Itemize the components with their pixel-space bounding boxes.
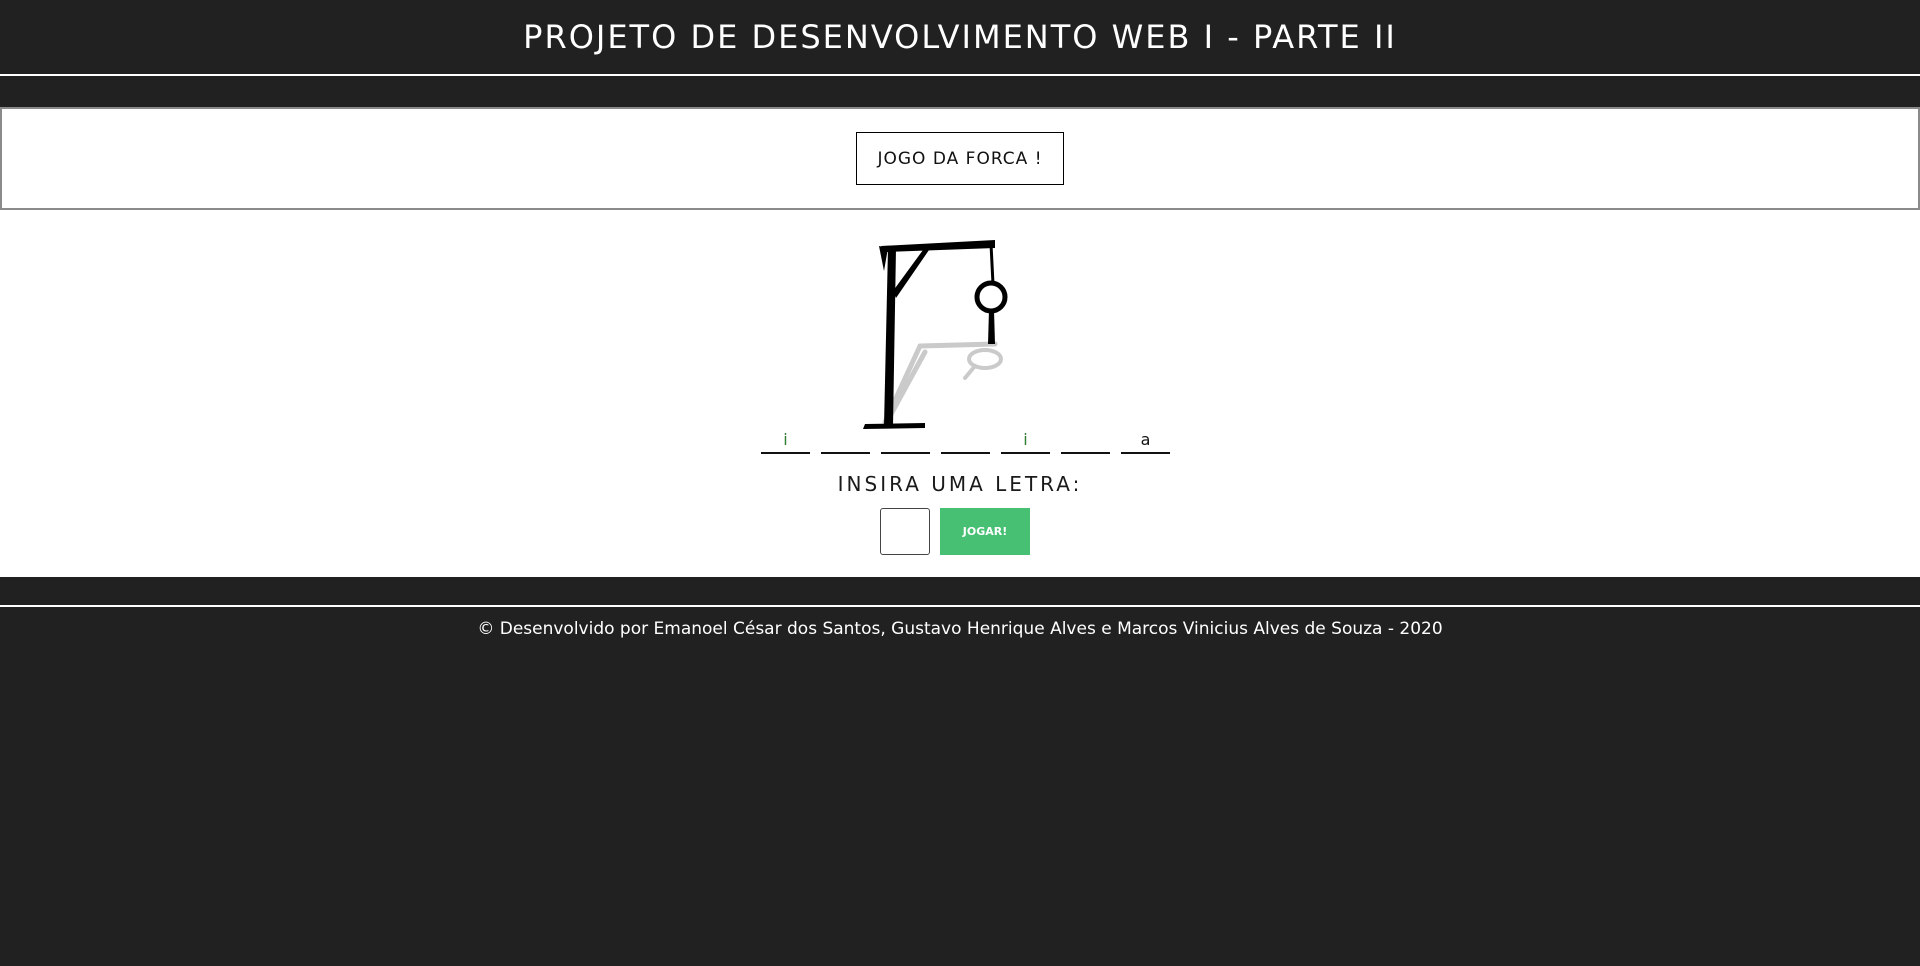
footer-credits: © Desenvolvido por Emanoel César dos San… xyxy=(477,619,1443,639)
letter-slot xyxy=(941,428,990,454)
game-title-button[interactable]: JOGO DA FORCA ! xyxy=(856,132,1064,185)
word-slots: i i a xyxy=(761,428,1170,454)
play-button[interactable]: JOGAR! xyxy=(940,508,1030,555)
game-title-panel: JOGO DA FORCA ! xyxy=(0,107,1920,210)
letter-slot xyxy=(821,428,870,454)
letter-prompt: INSIRA UMA LETRA: xyxy=(837,472,1083,496)
letter-slot: a xyxy=(1121,428,1170,454)
letter-slot xyxy=(881,428,930,454)
footer-divider xyxy=(0,577,1920,607)
letter-slot: i xyxy=(1001,428,1050,454)
letter-input[interactable] xyxy=(880,508,930,555)
gallows-image xyxy=(863,240,1008,429)
page-footer: © Desenvolvido por Emanoel César dos San… xyxy=(0,607,1920,964)
letter-slot: i xyxy=(761,428,810,454)
game-area: i i a INSIRA UMA LETRA: JOGAR! xyxy=(0,210,1920,577)
letter-controls: JOGAR! xyxy=(880,508,1030,555)
letter-slot xyxy=(1061,428,1110,454)
header-spacer xyxy=(0,76,1920,107)
page-header: PROJETO DE DESENVOLVIMENTO WEB I - PARTE… xyxy=(0,0,1920,76)
page-title: PROJETO DE DESENVOLVIMENTO WEB I - PARTE… xyxy=(523,18,1397,56)
